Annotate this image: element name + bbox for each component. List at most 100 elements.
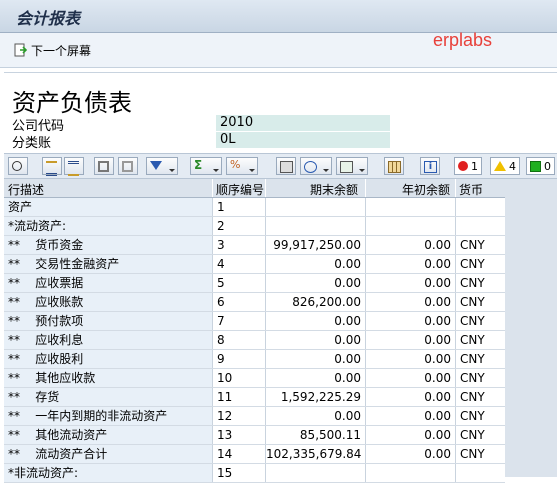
row-currency[interactable]: CNY [455, 236, 505, 255]
row-currency[interactable]: CNY [455, 293, 505, 312]
row-sequence[interactable]: 12 [212, 407, 265, 426]
row-ending-balance[interactable]: 0.00 [265, 312, 365, 331]
row-currency[interactable]: CNY [455, 255, 505, 274]
table-row[interactable]: 资产 1 [4, 198, 505, 217]
find-button[interactable] [94, 157, 114, 175]
row-description[interactable]: ** 应收票据 [4, 274, 212, 293]
row-description[interactable]: ** 存货 [4, 388, 212, 407]
row-sequence[interactable]: 3 [212, 236, 265, 255]
row-currency[interactable] [455, 198, 505, 217]
row-beginning-balance[interactable] [365, 198, 455, 217]
row-description[interactable]: *非流动资产: [4, 464, 212, 483]
row-ending-balance[interactable]: 0.00 [265, 407, 365, 426]
row-beginning-balance[interactable]: 0.00 [365, 293, 455, 312]
row-beginning-balance[interactable]: 0.00 [365, 407, 455, 426]
table-row[interactable]: ** 一年内到期的非流动资产 12 0.00 0.00 CNY [4, 407, 505, 426]
column-header-ending-balance[interactable]: 期末余额 [310, 181, 358, 198]
details-button[interactable] [8, 157, 28, 175]
row-currency[interactable]: CNY [455, 388, 505, 407]
row-sequence[interactable]: 15 [212, 464, 265, 483]
table-row[interactable]: ** 应收账款 6 826,200.00 0.00 CNY [4, 293, 505, 312]
row-ending-balance[interactable]: 0.00 [265, 350, 365, 369]
export-button[interactable] [336, 157, 368, 175]
row-beginning-balance[interactable]: 0.00 [365, 445, 455, 464]
row-currency[interactable] [455, 464, 505, 483]
row-ending-balance[interactable]: 99,917,250.00 [265, 236, 365, 255]
table-row[interactable]: ** 货币资金 3 99,917,250.00 0.00 CNY [4, 236, 505, 255]
row-beginning-balance[interactable]: 0.00 [365, 350, 455, 369]
table-row[interactable]: *流动资产: 2 [4, 217, 505, 236]
row-ending-balance[interactable]: 0.00 [265, 331, 365, 350]
row-sequence[interactable]: 6 [212, 293, 265, 312]
row-description[interactable]: ** 预付款项 [4, 312, 212, 331]
row-ending-balance[interactable]: 0.00 [265, 369, 365, 388]
column-header-beginning-balance[interactable]: 年初余额 [402, 181, 450, 198]
row-sequence[interactable]: 13 [212, 426, 265, 445]
sort-descending-button[interactable] [64, 157, 84, 176]
filter-button[interactable] [146, 157, 178, 175]
error-count-button[interactable]: 1 [454, 157, 482, 175]
row-sequence[interactable]: 4 [212, 255, 265, 274]
row-sequence[interactable]: 9 [212, 350, 265, 369]
sort-ascending-button[interactable] [42, 157, 62, 176]
row-beginning-balance[interactable]: 0.00 [365, 255, 455, 274]
row-description[interactable]: *流动资产: [4, 217, 212, 236]
row-currency[interactable] [455, 217, 505, 236]
column-header-description[interactable]: 行描述 [8, 181, 44, 198]
row-description[interactable]: 资产 [4, 198, 212, 217]
row-ending-balance[interactable] [265, 198, 365, 217]
views-button[interactable] [300, 157, 332, 175]
row-description[interactable]: ** 货币资金 [4, 236, 212, 255]
row-description[interactable]: ** 流动资产合计 [4, 445, 212, 464]
row-currency[interactable]: CNY [455, 445, 505, 464]
row-currency[interactable]: CNY [455, 426, 505, 445]
row-sequence[interactable]: 11 [212, 388, 265, 407]
row-ending-balance[interactable] [265, 464, 365, 483]
row-beginning-balance[interactable]: 0.00 [365, 426, 455, 445]
row-description[interactable]: ** 应收账款 [4, 293, 212, 312]
row-beginning-balance[interactable]: 0.00 [365, 236, 455, 255]
warning-count-button[interactable]: 4 [490, 157, 520, 175]
row-sequence[interactable]: 7 [212, 312, 265, 331]
row-beginning-balance[interactable]: 0.00 [365, 312, 455, 331]
table-row[interactable]: ** 应收利息 8 0.00 0.00 CNY [4, 331, 505, 350]
table-row[interactable]: ** 其他流动资产 13 85,500.11 0.00 CNY [4, 426, 505, 445]
row-beginning-balance[interactable] [365, 464, 455, 483]
row-ending-balance[interactable]: 0.00 [265, 274, 365, 293]
row-currency[interactable]: CNY [455, 350, 505, 369]
row-beginning-balance[interactable]: 0.00 [365, 388, 455, 407]
info-button[interactable]: i [420, 157, 440, 175]
sum-button[interactable]: Σ [190, 157, 222, 175]
row-ending-balance[interactable]: 826,200.00 [265, 293, 365, 312]
table-row[interactable]: ** 其他应收款 10 0.00 0.00 CNY [4, 369, 505, 388]
row-currency[interactable]: CNY [455, 274, 505, 293]
table-row[interactable]: ** 预付款项 7 0.00 0.00 CNY [4, 312, 505, 331]
row-beginning-balance[interactable]: 0.00 [365, 369, 455, 388]
row-description[interactable]: ** 一年内到期的非流动资产 [4, 407, 212, 426]
table-row[interactable]: *非流动资产: 15 [4, 464, 505, 483]
row-currency[interactable]: CNY [455, 312, 505, 331]
row-ending-balance[interactable]: 1,592,225.29 [265, 388, 365, 407]
row-sequence[interactable]: 2 [212, 217, 265, 236]
subtotal-button[interactable]: % [226, 157, 258, 175]
column-header-sequence[interactable]: 顺序编号 [216, 181, 264, 198]
row-description[interactable]: ** 交易性金融资产 [4, 255, 212, 274]
row-sequence[interactable]: 10 [212, 369, 265, 388]
row-ending-balance[interactable]: 85,500.11 [265, 426, 365, 445]
row-currency[interactable]: CNY [455, 369, 505, 388]
row-sequence[interactable]: 5 [212, 274, 265, 293]
print-button[interactable] [276, 157, 296, 175]
table-row[interactable]: ** 交易性金融资产 4 0.00 0.00 CNY [4, 255, 505, 274]
find-next-button[interactable] [118, 157, 138, 175]
table-row[interactable]: ** 应收股利 9 0.00 0.00 CNY [4, 350, 505, 369]
row-description[interactable]: ** 其他应收款 [4, 369, 212, 388]
row-sequence[interactable]: 1 [212, 198, 265, 217]
row-ending-balance[interactable]: 102,335,679.84 [265, 445, 365, 464]
column-header-currency[interactable]: 货币 [459, 181, 483, 198]
layout-button[interactable] [384, 157, 404, 175]
row-ending-balance[interactable] [265, 217, 365, 236]
row-description[interactable]: ** 应收利息 [4, 331, 212, 350]
row-ending-balance[interactable]: 0.00 [265, 255, 365, 274]
table-row[interactable]: ** 存货 11 1,592,225.29 0.00 CNY [4, 388, 505, 407]
next-screen-button[interactable]: 下一个屏幕 [14, 40, 91, 60]
